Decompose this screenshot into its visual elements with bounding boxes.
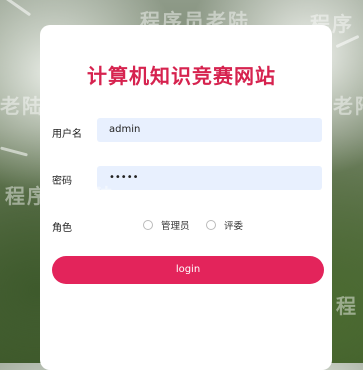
watermark: 老陆: [0, 94, 44, 118]
password-input[interactable]: •••••: [97, 166, 322, 190]
role-label: 角色: [52, 223, 72, 234]
page-title: 计算机知识竞赛网站: [87, 64, 276, 88]
background-streak: [335, 34, 360, 49]
username-input[interactable]: admin: [97, 118, 322, 142]
login-button[interactable]: login: [52, 256, 324, 284]
role-judge-radio[interactable]: [206, 220, 216, 230]
watermark: 程: [336, 294, 358, 318]
password-label: 密码: [52, 176, 72, 187]
role-judge-label[interactable]: 评委: [224, 218, 243, 232]
watermark: 老陆: [333, 94, 363, 118]
username-label: 用户名: [52, 129, 82, 140]
background-streak: [0, 146, 28, 157]
background-streak: [4, 0, 32, 17]
role-admin-label[interactable]: 管理员: [161, 218, 190, 232]
role-admin-radio[interactable]: [143, 220, 153, 230]
